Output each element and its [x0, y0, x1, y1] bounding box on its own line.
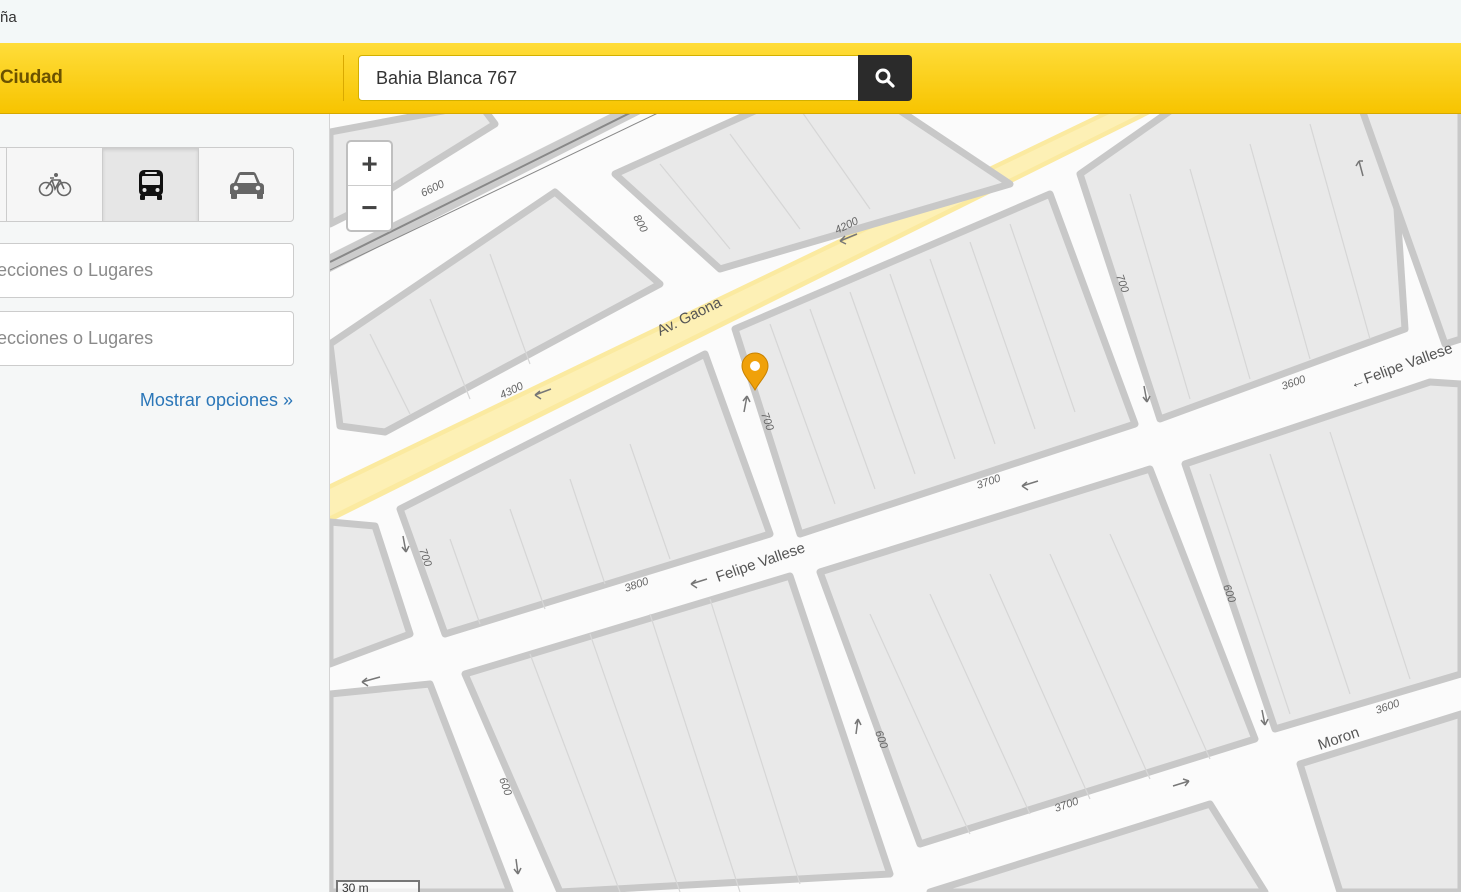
mode-transit-button[interactable]: [103, 148, 199, 221]
bicycle-icon: [38, 172, 71, 196]
search-button[interactable]: [858, 55, 912, 101]
app-header: Ciudad: [0, 43, 1461, 114]
brand-logo[interactable]: Ciudad: [0, 67, 63, 89]
zoom-control: + −: [346, 140, 393, 232]
scale-bar: 30 m: [336, 880, 420, 892]
zoom-in-button[interactable]: +: [348, 142, 391, 186]
search-input[interactable]: [359, 56, 858, 100]
mode-bike-button[interactable]: [7, 148, 103, 221]
destination-input[interactable]: [0, 312, 293, 365]
zoom-out-button[interactable]: −: [348, 186, 391, 230]
destination-field: [0, 311, 294, 366]
show-options-link[interactable]: Mostrar opciones »: [140, 390, 293, 411]
mode-walk-button[interactable]: [0, 148, 7, 221]
search-icon: [875, 68, 895, 88]
map-canvas[interactable]: Av. Gaona ←Felipe Vallese Felipe Vallese…: [330, 114, 1461, 892]
map-view[interactable]: Av. Gaona ←Felipe Vallese Felipe Vallese…: [330, 114, 1461, 892]
mode-car-button[interactable]: [199, 148, 293, 221]
browser-title-fragment: ña: [0, 9, 17, 26]
car-icon: [230, 171, 264, 199]
sidebar: Mostrar opciones »: [0, 114, 330, 892]
header-divider: [343, 55, 344, 101]
bus-icon: [138, 169, 163, 200]
search-box: [358, 55, 859, 101]
transport-mode-selector: [0, 147, 294, 222]
origin-field: [0, 243, 294, 298]
browser-title-bar: ña: [0, 0, 1461, 43]
origin-input[interactable]: [0, 244, 293, 297]
